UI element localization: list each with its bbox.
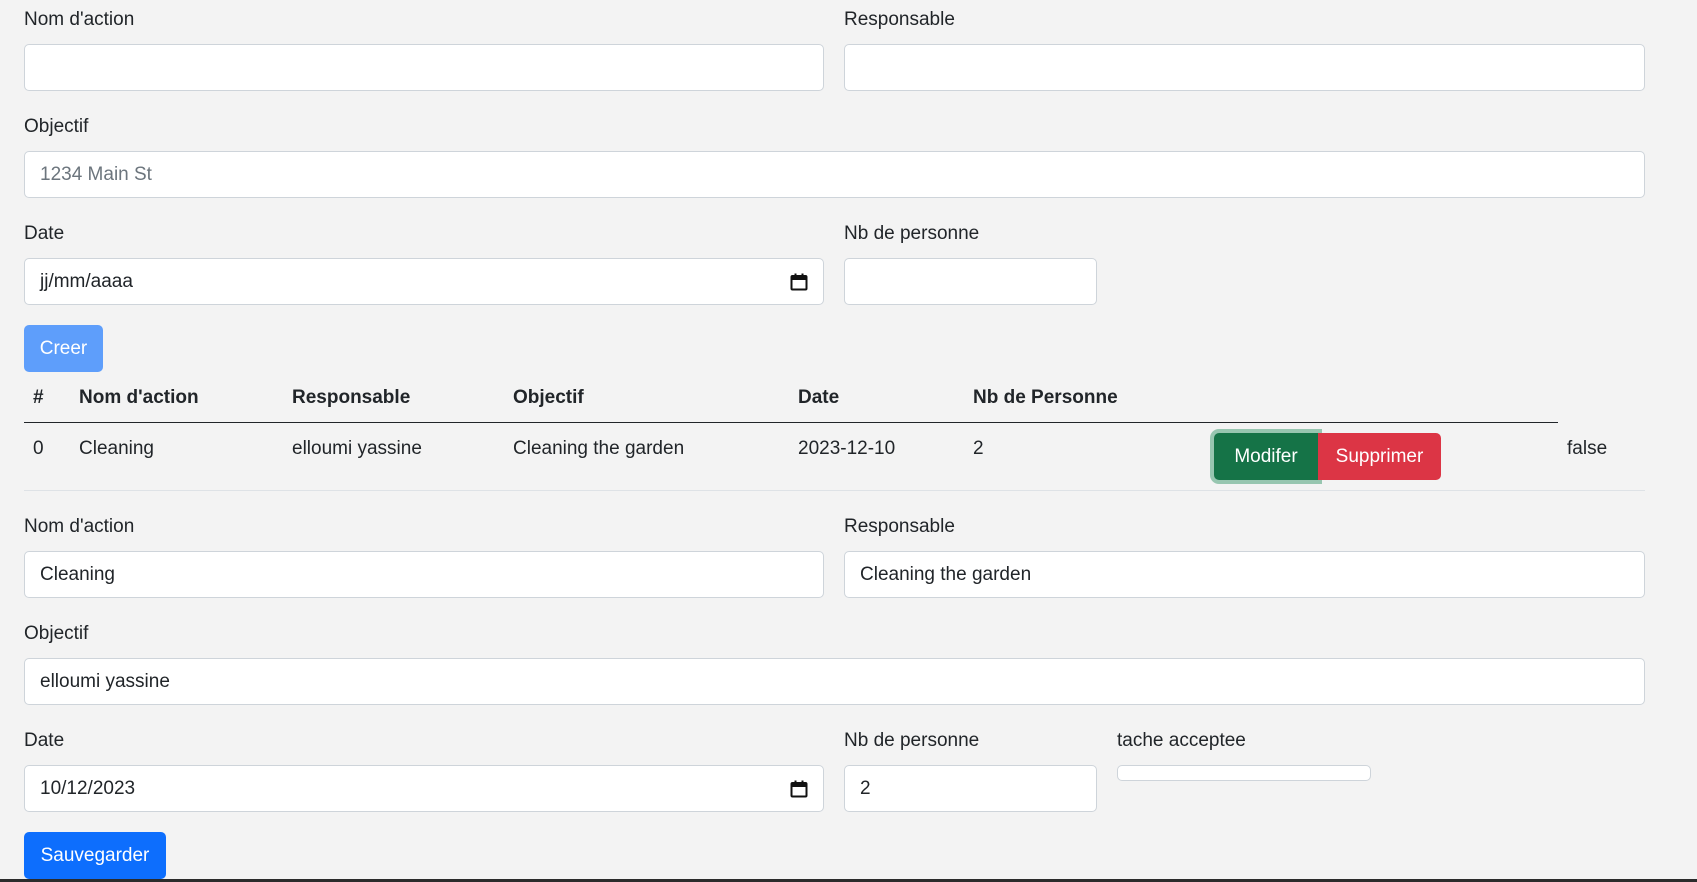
objectif-input[interactable] [24, 151, 1645, 198]
nom-action-label: Nom d'action [24, 9, 135, 30]
edit-responsable-input[interactable] [844, 551, 1645, 598]
table-header-divider [24, 422, 1558, 423]
nb-personne-input[interactable] [844, 258, 1097, 305]
modifier-button[interactable]: Modifer [1214, 433, 1318, 480]
column-header-responsable: Responsable [292, 387, 411, 408]
responsable-input[interactable] [844, 44, 1645, 91]
row-nom: Cleaning [79, 438, 154, 459]
row-objectif: Cleaning the garden [513, 438, 685, 459]
date-value: jj/mm/aaaa [40, 270, 133, 292]
edit-date-input[interactable]: 10/12/2023 [24, 765, 824, 812]
tache-acceptee-input[interactable] [1117, 765, 1371, 781]
row-status: false [1567, 438, 1608, 459]
edit-nom-action-input[interactable] [24, 551, 824, 598]
supprimer-button[interactable]: Supprimer [1318, 433, 1441, 480]
creer-button[interactable]: Creer [24, 325, 103, 372]
edit-nom-action-label: Nom d'action [24, 516, 135, 537]
edit-responsable-label: Responsable [844, 516, 955, 537]
edit-objectif-label: Objectif [24, 623, 89, 644]
nom-action-input[interactable] [24, 44, 824, 91]
row-nb-personne: 2 [973, 438, 984, 459]
date-input[interactable]: jj/mm/aaaa [24, 258, 824, 305]
edit-objectif-input[interactable] [24, 658, 1645, 705]
column-header-date: Date [798, 387, 840, 408]
row-index: 0 [33, 438, 44, 459]
column-header-nb-personne: Nb de Personne [973, 387, 1118, 408]
date-label: Date [24, 223, 65, 244]
nb-personne-label: Nb de personne [844, 223, 980, 244]
tache-acceptee-label: tache acceptee [1117, 730, 1246, 751]
column-header-nom: Nom d'action [79, 387, 199, 408]
edit-date-value: 10/12/2023 [40, 777, 136, 799]
objectif-label: Objectif [24, 116, 89, 137]
table-row-divider [24, 490, 1645, 491]
calendar-icon[interactable] [790, 780, 808, 798]
column-header-index: # [33, 387, 44, 408]
row-responsable: elloumi yassine [292, 438, 422, 459]
column-header-objectif: Objectif [513, 387, 584, 408]
responsable-label: Responsable [844, 9, 955, 30]
row-date: 2023-12-10 [798, 438, 896, 459]
sauvegarder-button[interactable]: Sauvegarder [24, 832, 166, 879]
edit-nb-personne-input[interactable] [844, 765, 1097, 812]
edit-date-label: Date [24, 730, 65, 751]
calendar-icon[interactable] [790, 273, 808, 291]
edit-nb-personne-label: Nb de personne [844, 730, 980, 751]
